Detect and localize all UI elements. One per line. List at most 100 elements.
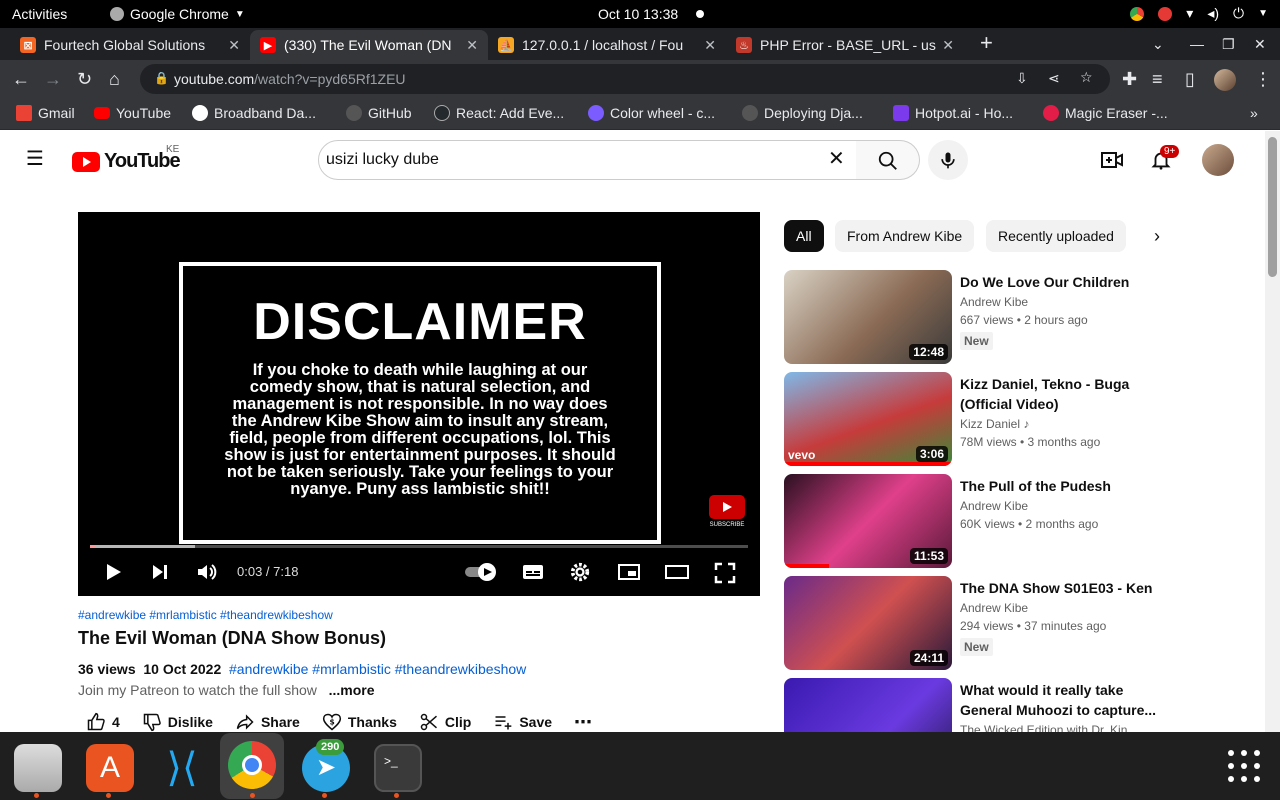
video-thumbnail[interactable]: 12:48 (784, 270, 952, 364)
wifi-icon[interactable]: ▾ (1186, 5, 1193, 22)
bookmark-react[interactable]: React: Add Eve... (434, 105, 564, 121)
video-hashtags[interactable]: #andrewkibe #mrlambistic #theandrewkibes… (78, 608, 333, 622)
play-icon[interactable] (103, 562, 123, 582)
search-input[interactable]: usizi lucky dube (318, 140, 858, 180)
dislike-button[interactable]: Dislike (142, 712, 213, 732)
tab-php-error[interactable]: ♨ PHP Error - BASE_URL - us ✕ (726, 30, 964, 60)
chip-recently-uploaded[interactable]: Recently uploaded (986, 220, 1126, 252)
hamburger-menu-icon[interactable]: ☰ (26, 149, 44, 169)
more-actions-icon[interactable]: ⋯ (574, 712, 592, 733)
vscode-app-icon[interactable]: ⟩⟨ (158, 744, 206, 792)
forward-icon[interactable]: → (44, 69, 62, 89)
record-tray-icon[interactable] (1158, 6, 1173, 21)
side-panel-icon[interactable]: ▯ (1185, 69, 1195, 89)
video-player[interactable]: DISCLAIMER If you choke to death while l… (78, 212, 760, 596)
close-tab-icon[interactable]: ✕ (466, 37, 478, 54)
thanks-button[interactable]: $ Thanks (322, 712, 397, 732)
files-app-icon[interactable] (14, 744, 62, 792)
close-tab-icon[interactable]: ✕ (942, 37, 954, 54)
account-avatar[interactable] (1202, 144, 1234, 176)
voice-search-button[interactable] (928, 140, 968, 180)
bookmark-deploying[interactable]: Deploying Dja... (742, 105, 863, 121)
video-thumbnail[interactable]: vevo 3:06 (784, 372, 952, 466)
miniplayer-icon[interactable] (617, 562, 641, 582)
share-icon[interactable]: ⋖ (1048, 70, 1060, 87)
bookmark-github[interactable]: GitHub (346, 105, 412, 121)
restore-icon[interactable]: ❐ (1222, 36, 1235, 53)
page-scrollbar[interactable] (1265, 131, 1280, 732)
channel-name[interactable]: The Wicked Edition with Dr. Kin... (960, 723, 1137, 732)
close-tab-icon[interactable]: ✕ (228, 37, 240, 54)
clock[interactable]: Oct 10 13:38 (598, 6, 678, 22)
tab-search-icon[interactable]: ⌄ (1152, 36, 1164, 53)
home-icon[interactable]: ⌂ (109, 69, 120, 89)
video-thumbnail[interactable]: 24:11 (784, 576, 952, 670)
save-button[interactable]: Save (493, 712, 552, 732)
channel-name[interactable]: Kizz Daniel ♪ (960, 417, 1029, 431)
scrollbar-thumb[interactable] (1268, 137, 1277, 277)
autoplay-toggle[interactable] (464, 562, 498, 582)
reload-icon[interactable]: ↻ (77, 69, 92, 89)
channel-name[interactable]: Andrew Kibe (960, 295, 1028, 309)
volume-icon[interactable]: ◂) (1207, 5, 1219, 22)
power-icon[interactable]: ⏻ (1233, 5, 1244, 22)
subscribe-watermark[interactable]: SUBSCRIBE (708, 495, 746, 533)
chip-from-andrew-kibe[interactable]: From Andrew Kibe (835, 220, 975, 252)
new-tab-icon[interactable]: + (980, 30, 993, 56)
video-thumbnail[interactable]: 11:53 (784, 474, 952, 568)
like-button[interactable]: 4 (86, 712, 120, 732)
recommendation-item[interactable]: What would it really take General Muhooz… (784, 678, 1184, 732)
bookmark-youtube[interactable]: YouTube (94, 105, 171, 121)
terminal-app-icon[interactable]: >_ (374, 744, 422, 792)
clear-search-icon[interactable]: ✕ (828, 148, 845, 170)
chrome-menu-icon[interactable]: ⋮ (1254, 69, 1272, 89)
minimize-icon[interactable]: — (1190, 36, 1204, 52)
recommendation-item[interactable]: vevo 3:06 Kizz Daniel, Tekno - Buga (Off… (784, 372, 1184, 468)
profile-avatar[interactable] (1214, 69, 1236, 91)
recommendation-title[interactable]: Do We Love Our Children (960, 272, 1170, 292)
caret-down-icon[interactable]: ▼ (1258, 8, 1268, 19)
bookmark-hotpot[interactable]: Hotpot.ai - Ho... (893, 105, 1013, 121)
bookmark-broadband[interactable]: Broadband Da... (192, 105, 316, 121)
recommendation-item[interactable]: 12:48 Do We Love Our Children Andrew Kib… (784, 270, 1184, 366)
recommendation-title[interactable]: What would it really take General Muhooz… (960, 680, 1170, 720)
recommendation-item[interactable]: 11:53 The Pull of the Pudesh Andrew Kibe… (784, 474, 1184, 570)
chrome-tray-icon[interactable] (1130, 6, 1145, 21)
system-tray[interactable]: ▾ ◂) ⏻ ▼ (1130, 5, 1268, 22)
video-thumbnail[interactable] (784, 678, 952, 732)
tab-fourtech[interactable]: ⊠ Fourtech Global Solutions ✕ (10, 30, 250, 60)
tab-phpmyadmin[interactable]: ⛵ 127.0.0.1 / localhost / Fou ✕ (488, 30, 726, 60)
activities-button[interactable]: Activities (12, 6, 67, 22)
next-video-icon[interactable] (150, 562, 170, 582)
app-menu[interactable]: Google Chrome ▼ (110, 6, 245, 22)
bookmark-star-icon[interactable]: ☆ (1080, 69, 1093, 86)
share-button[interactable]: Share (235, 712, 300, 732)
description-hashtags[interactable]: #andrewkibe #mrlambistic #theandrewkibes… (229, 661, 526, 677)
channel-name[interactable]: Andrew Kibe (960, 601, 1028, 615)
bookmark-color-wheel[interactable]: Color wheel - c... (588, 105, 715, 121)
chrome-app-icon-active[interactable] (220, 733, 284, 799)
media-controls-icon[interactable]: ≡ (1152, 69, 1163, 89)
recommendation-title[interactable]: Kizz Daniel, Tekno - Buga (Official Vide… (960, 374, 1170, 414)
search-button[interactable] (856, 140, 920, 180)
create-video-icon[interactable] (1100, 149, 1124, 171)
chip-all[interactable]: All (784, 220, 824, 252)
show-applications-icon[interactable] (1228, 750, 1260, 782)
video-description[interactable]: Join my Patreon to watch the full show .… (78, 682, 374, 698)
extensions-icon[interactable]: ✚ (1122, 69, 1137, 89)
address-bar[interactable]: 🔒 youtube.com/watch?v=pyd65Rf1ZEU ⇩ ⋖ ☆ (140, 64, 1110, 94)
close-tab-icon[interactable]: ✕ (704, 37, 716, 54)
show-more-link[interactable]: ...more (329, 682, 375, 698)
recommendation-title[interactable]: The Pull of the Pudesh (960, 476, 1170, 496)
lock-icon[interactable]: 🔒 (154, 71, 169, 85)
more-bookmarks-icon[interactable]: » (1250, 105, 1258, 121)
bookmark-gmail[interactable]: Gmail (16, 105, 75, 121)
close-window-icon[interactable]: ✕ (1254, 36, 1266, 53)
back-icon[interactable]: ← (12, 69, 30, 89)
clip-button[interactable]: Clip (419, 712, 471, 732)
recommendation-title[interactable]: The DNA Show S01E03 - Ken (960, 578, 1170, 598)
subtitles-icon[interactable] (521, 562, 545, 582)
progress-bar[interactable] (90, 545, 748, 548)
settings-gear-icon[interactable] (569, 561, 591, 583)
youtube-logo[interactable]: YouTube KE (72, 144, 181, 173)
